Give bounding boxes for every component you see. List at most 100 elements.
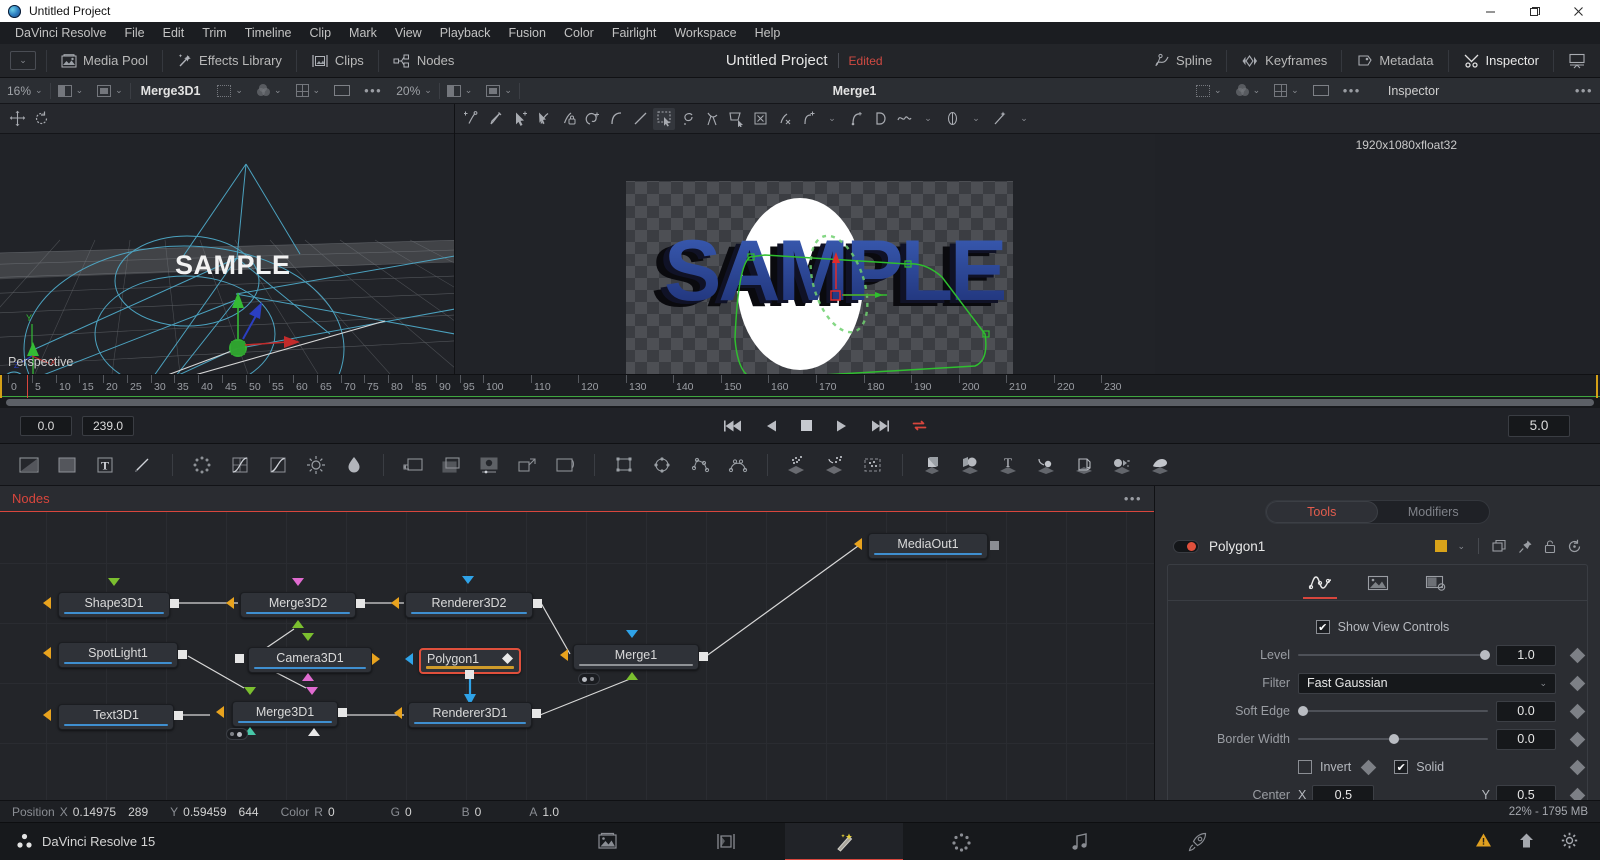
lock-point-tool-icon[interactable] <box>557 108 579 130</box>
node-output-socket[interactable] <box>532 709 541 718</box>
node-input-triangle[interactable] <box>108 578 120 586</box>
node-input-triangle[interactable] <box>308 728 320 736</box>
timeline-scrollbar[interactable] <box>6 399 1594 406</box>
node-output-socket[interactable] <box>356 599 365 608</box>
menu-edit[interactable]: Edit <box>154 24 194 42</box>
renderer-3d-tool-icon[interactable] <box>1143 450 1177 480</box>
menu-fairlight[interactable]: Fairlight <box>603 24 665 42</box>
play-button[interactable] <box>835 419 848 433</box>
effects-library-button[interactable]: Effects Library <box>163 44 296 78</box>
page-edit[interactable] <box>667 823 785 860</box>
blur-tool-icon[interactable] <box>337 450 371 480</box>
gamma-tool-icon[interactable] <box>261 450 295 480</box>
node-mode-pill[interactable] <box>578 673 600 685</box>
node-input-arrow[interactable] <box>43 647 51 659</box>
inspector-button[interactable]: Inspector <box>1449 44 1553 78</box>
node-input-arrow[interactable] <box>43 709 51 721</box>
node-input-arrow[interactable] <box>372 653 380 665</box>
left-viewer-canvas[interactable]: SAMPLE Y X Z Perspective <box>0 134 454 374</box>
page-color[interactable] <box>903 823 1021 860</box>
node-input-triangle[interactable] <box>626 672 638 680</box>
node-text3d1[interactable]: Text3D1 <box>58 704 174 730</box>
tab-modifiers[interactable]: Modifiers <box>1378 501 1490 523</box>
line-tool-icon[interactable] <box>629 108 651 130</box>
node-spotlight1[interactable]: SpotLight1 <box>58 642 178 668</box>
soft-edge-value[interactable]: 0.0 <box>1496 700 1556 722</box>
range-start-field[interactable]: 0.0 <box>20 415 72 436</box>
border-width-slider[interactable] <box>1298 732 1488 746</box>
node-input-arrow[interactable] <box>560 649 568 661</box>
node-output-socket[interactable] <box>178 650 187 659</box>
reset-icon[interactable] <box>1567 539 1582 554</box>
ellipse-mask-tool-icon[interactable] <box>645 450 679 480</box>
node-input-triangle[interactable] <box>292 620 304 628</box>
curve-tool-icon[interactable] <box>605 108 627 130</box>
left-viewer-roi[interactable]: ⌄ <box>210 78 250 104</box>
right-viewer-zoom[interactable]: 20% ⌄ <box>389 78 439 104</box>
paint-tool-icon[interactable] <box>126 450 160 480</box>
image-plane-3d-tool-icon[interactable] <box>915 450 949 480</box>
linear-tool-icon[interactable] <box>701 108 723 130</box>
solid-checkbox[interactable]: ✔ <box>1394 760 1409 774</box>
spotlight-tool-icon[interactable] <box>1029 450 1063 480</box>
controls-tab-icon[interactable] <box>1302 568 1337 599</box>
center-keyframe-button[interactable] <box>1569 787 1586 800</box>
playhead[interactable] <box>27 375 28 398</box>
inspector-options[interactable]: ••• <box>1568 78 1600 104</box>
delete-point-tool-icon[interactable] <box>749 108 771 130</box>
select-tool-icon[interactable] <box>509 108 531 130</box>
page-fusion[interactable] <box>784 822 903 860</box>
node-input-triangle[interactable] <box>626 630 638 638</box>
close-path-tool-icon[interactable] <box>581 108 603 130</box>
node-renderer3d1[interactable]: Renderer3D1 <box>408 702 532 728</box>
node-input-arrow[interactable] <box>394 707 402 719</box>
dissolve-tool-icon[interactable] <box>434 450 468 480</box>
node-input-arrow[interactable] <box>405 653 413 665</box>
timeline-scroll-strip[interactable] <box>0 398 1600 408</box>
layout-toggle-button[interactable] <box>1554 44 1600 78</box>
node-input-triangle[interactable] <box>292 578 304 586</box>
right-viewer[interactable]: ⌄ ⌄ ⌄ ⌄ SAMPLE SAMPLE SAMPLE 1920x1080xf… <box>455 104 1600 374</box>
rotate-tool-icon[interactable] <box>30 108 52 130</box>
chevron-down-icon[interactable]: ⌄ <box>1013 108 1035 130</box>
node-output-socket[interactable] <box>465 670 474 679</box>
node-input-arrow[interactable] <box>43 597 51 609</box>
double-polyline-tool-icon[interactable] <box>869 108 891 130</box>
marquee-select-tool-icon[interactable] <box>653 107 675 130</box>
node-output-socket[interactable] <box>338 708 347 717</box>
right-viewer-split-toggle[interactable]: ⌄ <box>440 78 480 104</box>
node-input-triangle[interactable] <box>302 673 314 681</box>
chevron-down-icon[interactable]: ⌄ <box>821 108 843 130</box>
particle-render-tool-icon[interactable] <box>856 450 890 480</box>
right-viewer-canvas[interactable]: SAMPLE SAMPLE SAMPLE 1920x1080xfloat32 <box>455 134 1600 374</box>
polygon-mask-tool-icon[interactable] <box>683 450 717 480</box>
node-merge3d2[interactable]: Merge3D2 <box>240 592 356 618</box>
menu-trim[interactable]: Trim <box>193 24 236 42</box>
node-renderer3d2[interactable]: Renderer3D2 <box>405 592 533 618</box>
smooth-tool-icon[interactable] <box>677 108 699 130</box>
merge-tool-icon[interactable] <box>396 450 430 480</box>
skip-to-end-button[interactable] <box>870 419 889 433</box>
node-input-arrow[interactable] <box>391 597 399 609</box>
settings-tab-icon[interactable] <box>1419 568 1453 598</box>
chevron-down-icon[interactable]: ⌄ <box>1457 541 1465 552</box>
menu-davinci-resolve[interactable]: DaVinci Resolve <box>6 24 115 42</box>
page-deliver[interactable] <box>1139 823 1257 860</box>
add-point-tool-icon[interactable] <box>461 108 483 130</box>
range-start-marker[interactable] <box>0 375 2 398</box>
right-viewer-grid[interactable]: ⌄ <box>1267 78 1306 104</box>
warning-icon[interactable] <box>1475 832 1492 851</box>
box-select-tool-icon[interactable] <box>725 108 747 130</box>
level-slider[interactable] <box>1298 648 1491 662</box>
matte-control-tool-icon[interactable] <box>472 450 506 480</box>
pin-icon[interactable] <box>1518 539 1533 554</box>
node-merge3d1[interactable]: Merge3D1 <box>232 701 338 727</box>
image-tab-icon[interactable] <box>1361 568 1395 598</box>
transform-tool-icon[interactable] <box>548 450 582 480</box>
node-input-arrow[interactable] <box>216 706 224 718</box>
center-x-value[interactable]: 0.5 <box>1312 784 1375 800</box>
tab-tools[interactable]: Tools <box>1266 501 1378 523</box>
maximize-button[interactable] <box>1512 0 1556 22</box>
border-width-value[interactable]: 0.0 <box>1496 728 1556 750</box>
brightness-contrast-tool-icon[interactable] <box>299 450 333 480</box>
